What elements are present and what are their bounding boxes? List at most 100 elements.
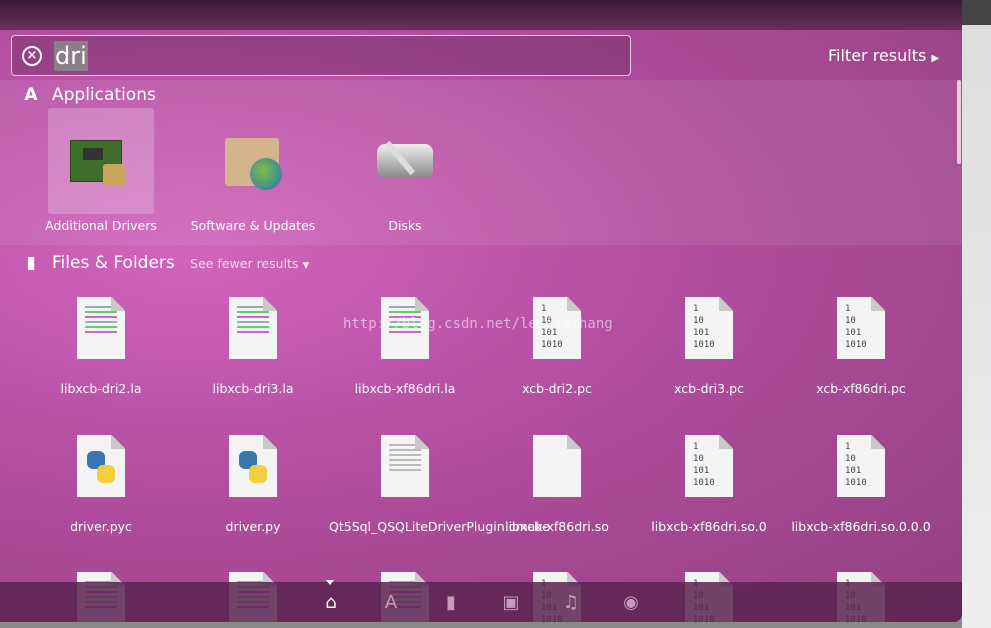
file-result[interactable]: libxcb-xf86dri.la <box>329 297 481 396</box>
file-result[interactable]: 1 10 101 1010 xcb-dri3.pc <box>633 297 785 396</box>
photos-lens-icon[interactable]: ◉ <box>620 592 642 613</box>
search-query[interactable]: dri <box>54 41 88 71</box>
icon-detail <box>111 297 125 311</box>
icon-detail <box>239 451 267 483</box>
icon-detail <box>237 316 269 318</box>
filter-results-label: Filter results <box>828 46 927 65</box>
file-icon: ▮ <box>26 253 36 273</box>
app-label: Software & Updates <box>190 218 316 233</box>
icon-detail <box>567 435 581 449</box>
icon-detail: 10 <box>845 454 856 464</box>
python-file-icon <box>177 435 329 497</box>
file-result[interactable]: libxcb-dri2.la <box>25 297 177 396</box>
icon-detail: 10 <box>693 454 704 464</box>
icon-detail <box>85 311 117 313</box>
search-input[interactable]: × dri <box>11 35 631 76</box>
icon-detail <box>263 435 277 449</box>
scrollbar[interactable] <box>957 80 961 164</box>
file-result[interactable]: 1 10 101 1010 libxcb-xf86dri.so.0 <box>633 435 785 534</box>
python-file-icon <box>25 435 177 497</box>
file-result[interactable]: driver.py <box>177 435 329 534</box>
toggle-label: See fewer results <box>190 256 299 271</box>
icon-detail <box>237 331 269 333</box>
unity-dash: × dri Filter results ▶ A Applications Add… <box>0 0 962 622</box>
binary-file-icon: 1101011010 <box>633 297 785 359</box>
file-result[interactable]: Qt5Sql_QSQLiteDriverPlugin.cmake <box>329 435 550 534</box>
see-fewer-results-button[interactable]: See fewer results ▼ <box>190 256 309 271</box>
blank-file-icon <box>481 435 633 497</box>
app-icon <box>200 108 306 214</box>
icon-detail <box>111 435 125 449</box>
file-result[interactable]: 1 10 101 1010 xcb-dri2.pc <box>481 297 633 396</box>
file-result[interactable]: libxcb-dri3.la <box>177 297 329 396</box>
applications-heading: A Applications <box>22 85 156 105</box>
icon-detail: 101 <box>693 466 710 476</box>
app-label: Disks <box>388 218 422 233</box>
doc-file-icon <box>329 435 481 497</box>
binary-file-icon: 1101011010 <box>633 435 785 497</box>
icon-detail <box>237 326 269 328</box>
music-lens-icon[interactable]: ♫ <box>560 592 582 613</box>
video-lens-icon[interactable]: ▣ <box>500 592 522 613</box>
app-result[interactable]: Software & Updates <box>178 108 328 233</box>
app-result[interactable]: Additional Drivers <box>26 108 176 233</box>
file-label: libxcb-xf86dri.so.0.0.0 <box>791 519 931 534</box>
icon-detail: 1010 <box>693 478 715 488</box>
file-result[interactable]: driver.pyc <box>25 435 177 534</box>
icon-detail <box>85 321 117 323</box>
file-label: libxcb-xf86dri.so.0 <box>651 519 767 534</box>
icon-detail <box>871 297 885 311</box>
file-label: libxcb-dri2.la <box>60 381 142 396</box>
applications-icon: A <box>24 85 38 105</box>
icon-detail <box>567 297 581 311</box>
icon-detail: 10 <box>845 316 856 326</box>
binary-file-icon: 1101011010 <box>785 297 937 359</box>
icon-detail <box>719 435 733 449</box>
home-icon[interactable]: ⌂ <box>320 592 342 613</box>
file-result[interactable]: libxcb-xf86dri.so <box>481 435 633 534</box>
icon-detail <box>389 469 421 471</box>
icon-detail <box>85 331 117 333</box>
app-label: Additional Drivers <box>45 218 157 233</box>
icon-detail <box>389 464 421 466</box>
clear-search-icon[interactable]: × <box>22 46 42 66</box>
icon-detail: 1010 <box>845 478 867 488</box>
icon-detail: 101 <box>845 466 862 476</box>
files-lens-icon[interactable]: ▮ <box>440 592 462 613</box>
filter-results-button[interactable]: Filter results ▶ <box>828 46 939 65</box>
icon-detail: 1010 <box>541 340 563 350</box>
icon-detail <box>237 321 269 323</box>
icon-detail <box>389 311 421 313</box>
icon-detail: 101 <box>845 328 862 338</box>
file-result[interactable]: 1 10 101 1010 xcb-xf86dri.pc <box>785 297 937 396</box>
heading-text: Applications <box>52 85 156 105</box>
icon-detail: 10 <box>693 316 704 326</box>
file-label: xcb-dri3.pc <box>674 381 744 396</box>
icon-detail: 1010 <box>845 340 867 350</box>
file-label: libxcb-xf86dri.la <box>354 381 456 396</box>
icon-detail <box>871 435 885 449</box>
icon-detail <box>87 451 115 483</box>
watermark: http://blog.csdn.net/leijieZhang <box>343 316 613 332</box>
icon-detail <box>263 297 277 311</box>
icon-detail <box>85 326 117 328</box>
applications-lens-icon[interactable]: A <box>380 592 402 613</box>
files-heading: ▮ Files & Folders See fewer results ▼ <box>22 253 309 273</box>
active-lens-indicator <box>326 580 334 585</box>
file-label: libxcb-dri3.la <box>212 381 294 396</box>
app-icon <box>352 108 458 214</box>
file-label: driver.py <box>225 519 281 534</box>
icon-detail <box>415 435 429 449</box>
icon-detail <box>85 316 117 318</box>
icon-detail: 1010 <box>693 340 715 350</box>
icon-detail: 101 <box>693 328 710 338</box>
file-label: Qt5Sql_QSQLiteDriverPlugin.cmake <box>329 519 550 534</box>
icon-detail <box>415 297 429 311</box>
desktop-background <box>962 0 991 628</box>
text-file-icon <box>25 297 177 359</box>
app-result[interactable]: Disks <box>330 108 480 233</box>
icon-detail <box>389 459 421 461</box>
file-label: xcb-dri2.pc <box>522 381 592 396</box>
file-result[interactable]: 1 10 101 1010 libxcb-xf86dri.so.0.0.0 <box>785 435 937 534</box>
icon-detail <box>389 449 421 451</box>
